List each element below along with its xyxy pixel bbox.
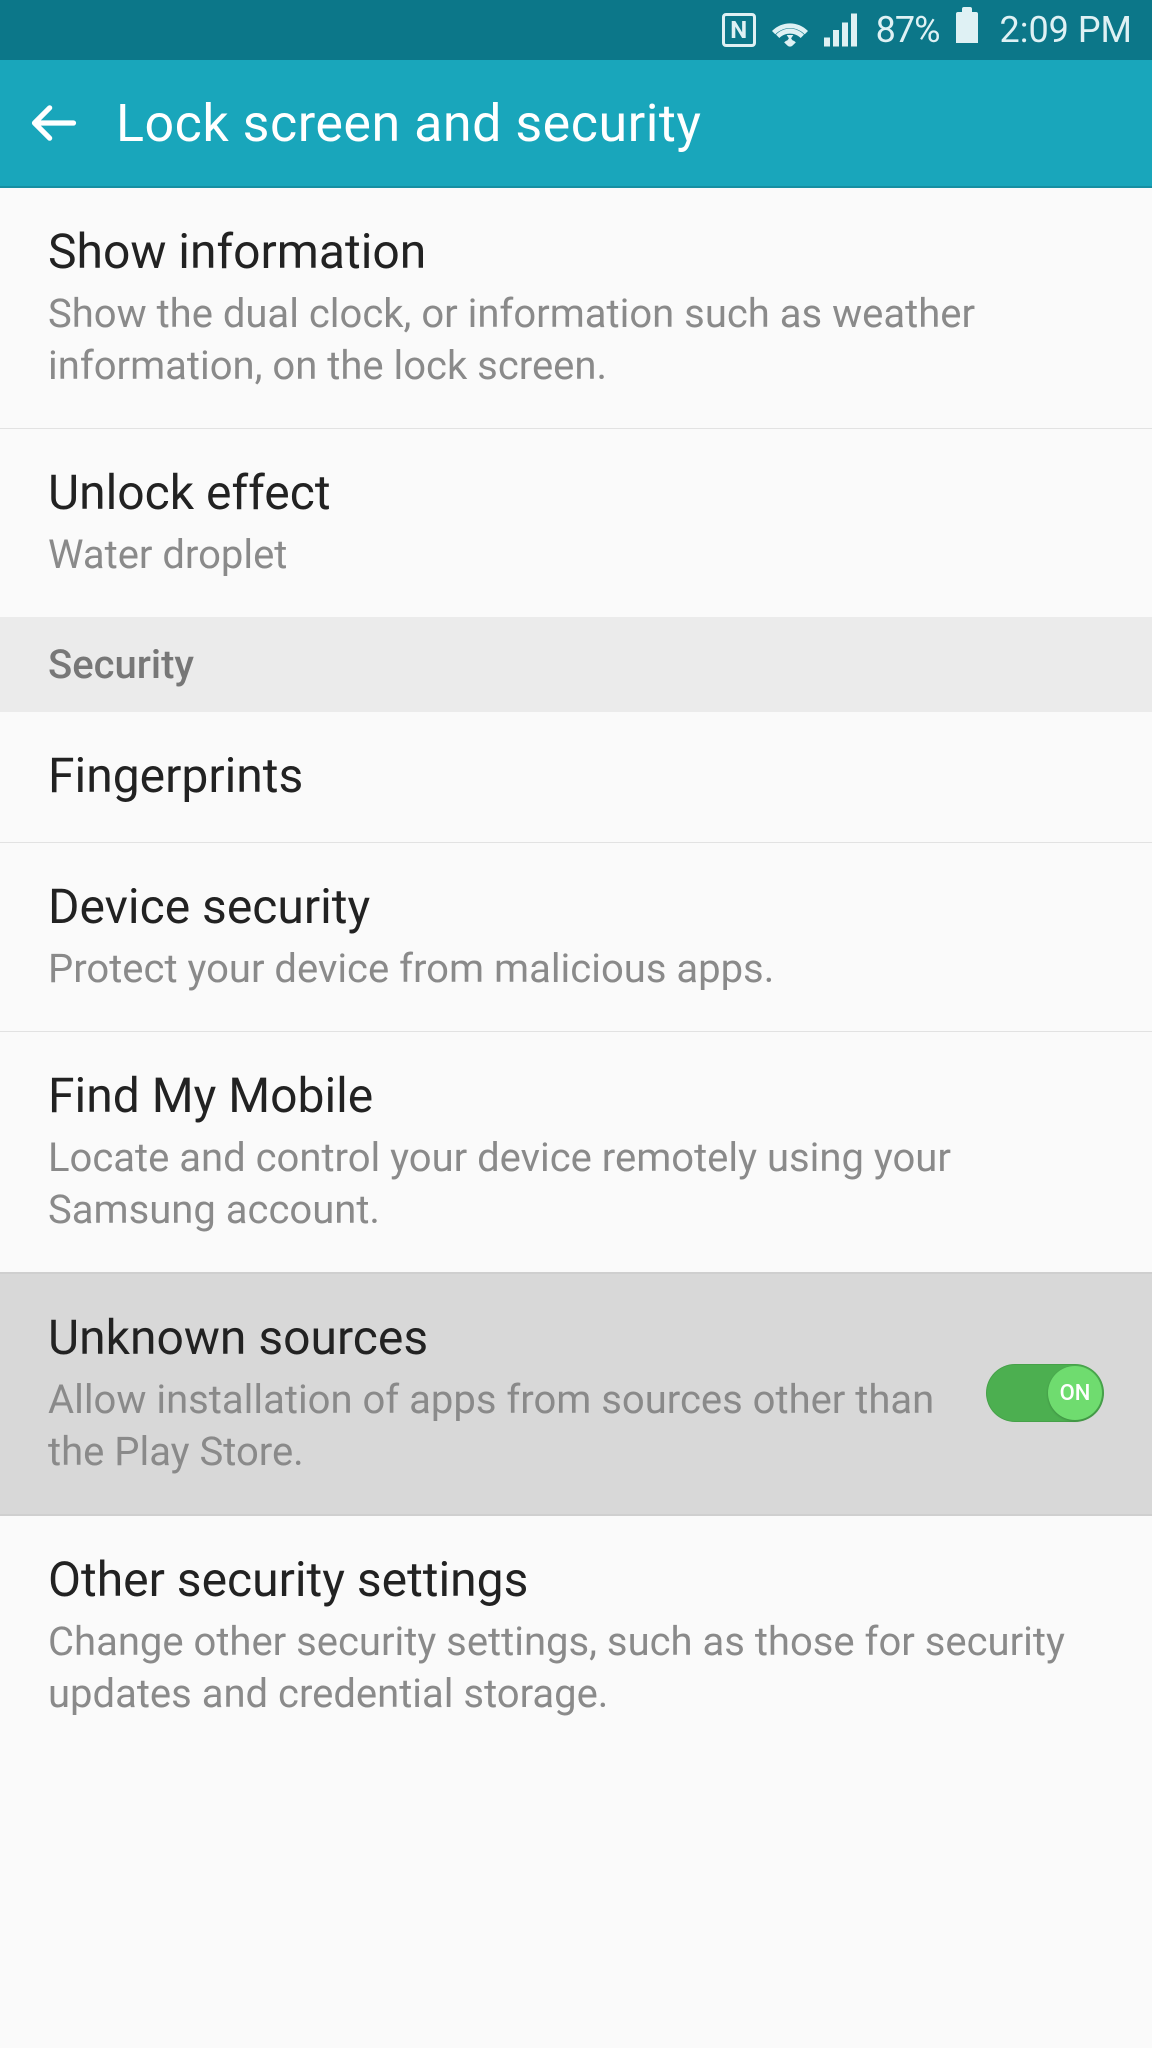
wifi-icon xyxy=(770,13,810,47)
battery-icon xyxy=(956,12,978,48)
item-device-security[interactable]: Device security Protect your device from… xyxy=(0,843,1152,1032)
item-title: Unlock effect xyxy=(48,463,1104,523)
item-subtitle: Locate and control your device remotely … xyxy=(48,1132,1104,1236)
item-subtitle: Change other security settings, such as … xyxy=(48,1616,1104,1720)
item-subtitle: Protect your device from malicious apps. xyxy=(48,943,1104,995)
item-title: Device security xyxy=(48,877,1104,937)
item-title: Fingerprints xyxy=(48,746,1104,806)
status-bar: N 87% 2:09 PM xyxy=(0,0,1152,60)
item-title: Find My Mobile xyxy=(48,1066,1104,1126)
toggle-knob: ON xyxy=(1048,1366,1102,1420)
item-find-my-mobile[interactable]: Find My Mobile Locate and control your d… xyxy=(0,1032,1152,1272)
item-title: Unknown sources xyxy=(48,1308,958,1368)
signal-icon xyxy=(824,13,860,47)
item-subtitle: Allow installation of apps from sources … xyxy=(48,1374,958,1478)
item-fingerprints[interactable]: Fingerprints xyxy=(0,712,1152,843)
battery-percent: 87% xyxy=(876,9,940,51)
back-icon[interactable] xyxy=(28,97,80,149)
item-other-security-settings[interactable]: Other security settings Change other sec… xyxy=(0,1516,1152,1756)
app-bar: Lock screen and security xyxy=(0,60,1152,188)
nfc-icon: N xyxy=(722,13,756,47)
item-subtitle: Show the dual clock, or information such… xyxy=(48,288,1104,392)
item-unknown-sources[interactable]: Unknown sources Allow installation of ap… xyxy=(0,1272,1152,1516)
clock: 2:09 PM xyxy=(1000,9,1133,51)
item-show-information[interactable]: Show information Show the dual clock, or… xyxy=(0,188,1152,429)
item-title: Show information xyxy=(48,222,1104,282)
item-unlock-effect[interactable]: Unlock effect Water droplet xyxy=(0,429,1152,617)
settings-list: Show information Show the dual clock, or… xyxy=(0,188,1152,1756)
page-title: Lock screen and security xyxy=(116,93,702,154)
item-subtitle: Water droplet xyxy=(48,529,1104,581)
status-icons: N xyxy=(722,13,860,47)
unknown-sources-toggle[interactable]: ON xyxy=(986,1364,1104,1422)
section-header-security: Security xyxy=(0,617,1152,712)
item-title: Other security settings xyxy=(48,1550,1104,1610)
